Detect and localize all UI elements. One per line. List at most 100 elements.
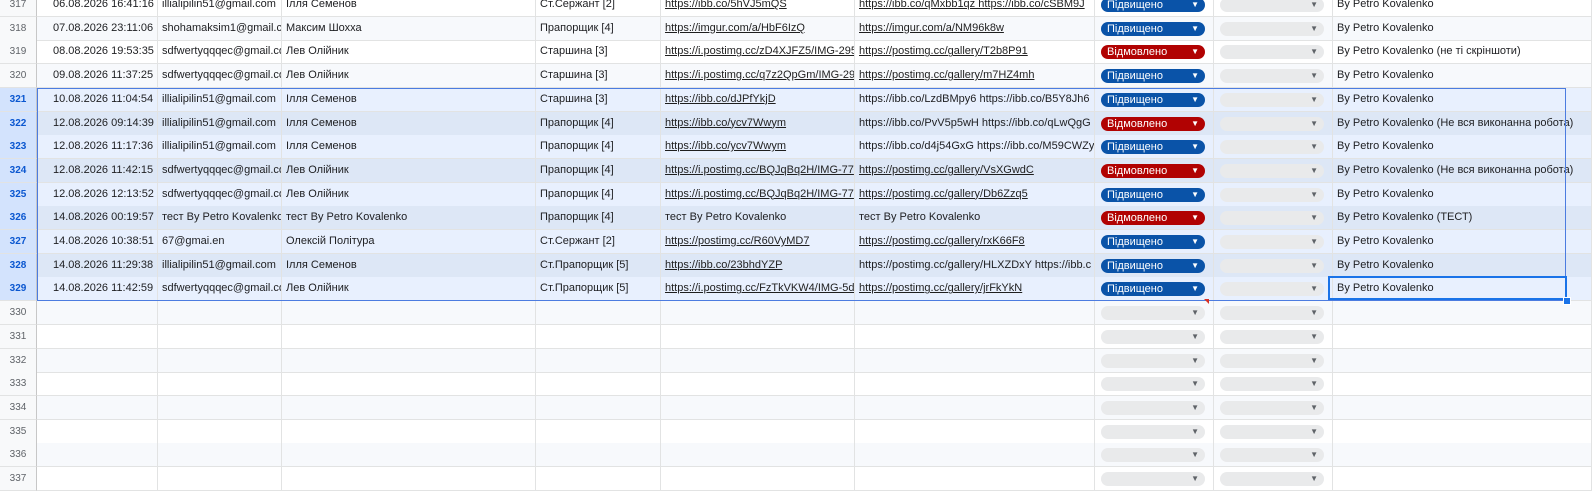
row-header[interactable]: 326 xyxy=(0,206,37,231)
status2-dropdown[interactable]: ▼ xyxy=(1220,258,1324,273)
email-cell[interactable]: illialipilin51@gmail.com xyxy=(158,0,282,17)
status-dropdown[interactable]: Підвищено ▼ xyxy=(1101,92,1205,107)
status-cell[interactable]: Підвищено ▼ xyxy=(1095,230,1214,254)
email-cell[interactable]: shohamaksim1@gmail.com xyxy=(158,16,282,41)
row-header[interactable]: 322 xyxy=(0,111,37,136)
status-dropdown[interactable]: Підвищено ▼ xyxy=(1101,258,1205,273)
table-row[interactable]: 330 ▼ ▼ xyxy=(0,301,1592,326)
row-header[interactable]: 330 xyxy=(0,301,37,326)
rank-cell[interactable] xyxy=(536,419,661,444)
link2-cell[interactable] xyxy=(855,372,1095,397)
email-cell[interactable]: sdfwertyqqqec@gmail.com xyxy=(158,182,282,207)
status2-cell[interactable]: ▼ xyxy=(1214,206,1333,231)
status2-cell[interactable]: ▼ xyxy=(1214,277,1333,302)
email-cell[interactable]: sdfwertyqqqec@gmail.com xyxy=(158,64,282,89)
status2-dropdown[interactable]: ▼ xyxy=(1220,329,1324,344)
status2-dropdown[interactable]: ▼ xyxy=(1220,116,1324,131)
rank-cell[interactable]: Старшина [3] xyxy=(536,64,661,89)
rank-cell[interactable]: Старшина [3] xyxy=(536,87,661,112)
status-cell[interactable]: Відмовлено ▼ xyxy=(1095,206,1214,231)
email-cell[interactable]: 67@gmai.en xyxy=(158,230,282,254)
status-cell[interactable]: Підвищено ▼ xyxy=(1095,87,1214,112)
table-row[interactable]: 318 07.08.2026 23:11:06 shohamaksim1@gmail… xyxy=(0,16,1592,41)
row-header[interactable]: 321 xyxy=(0,87,37,112)
status2-cell[interactable]: ▼ xyxy=(1214,301,1333,326)
name-cell[interactable] xyxy=(282,324,536,349)
status-dropdown[interactable]: Відмовлено ▼ xyxy=(1101,116,1205,131)
note-cell[interactable] xyxy=(1333,324,1592,349)
timestamp-cell[interactable]: 09.08.2026 11:37:25 xyxy=(37,64,158,89)
table-row[interactable]: 328 14.08.2026 11:29:38 illialipilin51@gma… xyxy=(0,253,1592,278)
status-cell[interactable]: Підвищено ▼ xyxy=(1095,277,1214,302)
email-cell[interactable] xyxy=(158,324,282,349)
email-cell[interactable] xyxy=(158,419,282,444)
name-cell[interactable]: Ілля Семенов xyxy=(282,135,536,160)
link2-cell[interactable]: https://postimg.cc/gallery/rxK66F8 xyxy=(855,230,1095,254)
link1-cell[interactable]: https://postimg.cc/R60VyMD7 xyxy=(661,230,855,254)
table-row[interactable]: 326 14.08.2026 00:19:57 тест By Petro Kova… xyxy=(0,206,1592,231)
note-cell[interactable] xyxy=(1333,348,1592,373)
table-row[interactable]: 317 06.08.2026 16:41:16 illialipilin51@gma… xyxy=(0,0,1592,17)
status2-dropdown[interactable]: ▼ xyxy=(1220,424,1324,439)
link1-cell[interactable]: https://ibb.co/23bhdYZP xyxy=(661,253,855,278)
name-cell[interactable] xyxy=(282,419,536,444)
email-cell[interactable]: sdfwertyqqqec@gmail.com xyxy=(158,158,282,183)
timestamp-cell[interactable] xyxy=(37,443,158,468)
rank-cell[interactable]: Ст.Прапорщик [5] xyxy=(536,253,661,278)
row-header[interactable]: 320 xyxy=(0,64,37,89)
status-cell[interactable]: Підвищено ▼ xyxy=(1095,16,1214,41)
status-dropdown[interactable]: Відмовлено ▼ xyxy=(1101,211,1205,226)
link2-cell[interactable]: тест By Petro Kovalenko xyxy=(855,206,1095,231)
timestamp-cell[interactable] xyxy=(37,324,158,349)
name-cell[interactable] xyxy=(282,443,536,468)
table-row[interactable]: 331 ▼ ▼ xyxy=(0,324,1592,349)
status-dropdown[interactable]: Підвищено ▼ xyxy=(1101,69,1205,84)
status2-cell[interactable]: ▼ xyxy=(1214,395,1333,420)
status2-dropdown[interactable]: ▼ xyxy=(1220,472,1324,486)
row-header[interactable]: 317 xyxy=(0,0,37,17)
timestamp-cell[interactable]: 14.08.2026 10:38:51 xyxy=(37,230,158,254)
status-cell[interactable]: Підвищено ▼ xyxy=(1095,182,1214,207)
status-dropdown[interactable]: ▼ xyxy=(1101,377,1205,392)
status2-dropdown[interactable]: ▼ xyxy=(1220,448,1324,463)
row-header[interactable]: 318 xyxy=(0,16,37,41)
comment-marker-icon[interactable] xyxy=(1204,299,1209,304)
rank-cell[interactable]: Прапорщик [4] xyxy=(536,135,661,160)
status2-cell[interactable]: ▼ xyxy=(1214,158,1333,183)
status-cell[interactable]: Підвищено ▼ xyxy=(1095,135,1214,160)
status-cell[interactable]: Підвищено ▼ xyxy=(1095,64,1214,89)
status2-dropdown[interactable]: ▼ xyxy=(1220,163,1324,178)
link1-cell[interactable] xyxy=(661,324,855,349)
status-dropdown[interactable]: ▼ xyxy=(1101,448,1205,463)
table-row[interactable]: 323 12.08.2026 11:17:36 illialipilin51@gma… xyxy=(0,135,1592,160)
row-header[interactable]: 329 xyxy=(0,277,37,302)
status2-cell[interactable]: ▼ xyxy=(1214,467,1333,491)
link1-cell[interactable]: https://ibb.co/ycv7Wwym xyxy=(661,111,855,136)
status-cell[interactable]: ▼ xyxy=(1095,372,1214,397)
status2-cell[interactable]: ▼ xyxy=(1214,40,1333,65)
status2-cell[interactable]: ▼ xyxy=(1214,111,1333,136)
email-cell[interactable] xyxy=(158,301,282,326)
status-dropdown[interactable]: Підвищено ▼ xyxy=(1101,282,1205,297)
timestamp-cell[interactable]: 14.08.2026 11:29:38 xyxy=(37,253,158,278)
link1-cell[interactable]: https://i.postimg.cc/zD4XJFZ5/IMG-295 xyxy=(661,40,855,65)
rank-cell[interactable] xyxy=(536,301,661,326)
timestamp-cell[interactable]: 06.08.2026 16:41:16 xyxy=(37,0,158,17)
note-cell[interactable]: By Petro Kovalenko xyxy=(1333,64,1592,89)
rank-cell[interactable]: Ст.Прапорщик [5] xyxy=(536,277,661,302)
status-cell[interactable]: ▼ xyxy=(1095,348,1214,373)
link2-cell[interactable]: https://postimg.cc/gallery/jrFkYkN xyxy=(855,277,1095,302)
name-cell[interactable]: Ілля Семенов xyxy=(282,87,536,112)
status2-dropdown[interactable]: ▼ xyxy=(1220,45,1324,60)
status2-dropdown[interactable]: ▼ xyxy=(1220,69,1324,84)
timestamp-cell[interactable] xyxy=(37,419,158,444)
name-cell[interactable]: Максим Шохха xyxy=(282,16,536,41)
status2-dropdown[interactable]: ▼ xyxy=(1220,92,1324,107)
email-cell[interactable]: illialipilin51@gmail.com xyxy=(158,111,282,136)
email-cell[interactable]: illialipilin51@gmail.com xyxy=(158,87,282,112)
link2-cell[interactable]: https://postimg.cc/gallery/VsXGwdC xyxy=(855,158,1095,183)
email-cell[interactable]: illialipilin51@gmail.com xyxy=(158,253,282,278)
link2-cell[interactable]: https://imgur.com/a/NM96k8w xyxy=(855,16,1095,41)
table-row[interactable]: 329 14.08.2026 11:42:59 sdfwertyqqqec@gmai… xyxy=(0,277,1592,302)
rank-cell[interactable]: Прапорщик [4] xyxy=(536,111,661,136)
